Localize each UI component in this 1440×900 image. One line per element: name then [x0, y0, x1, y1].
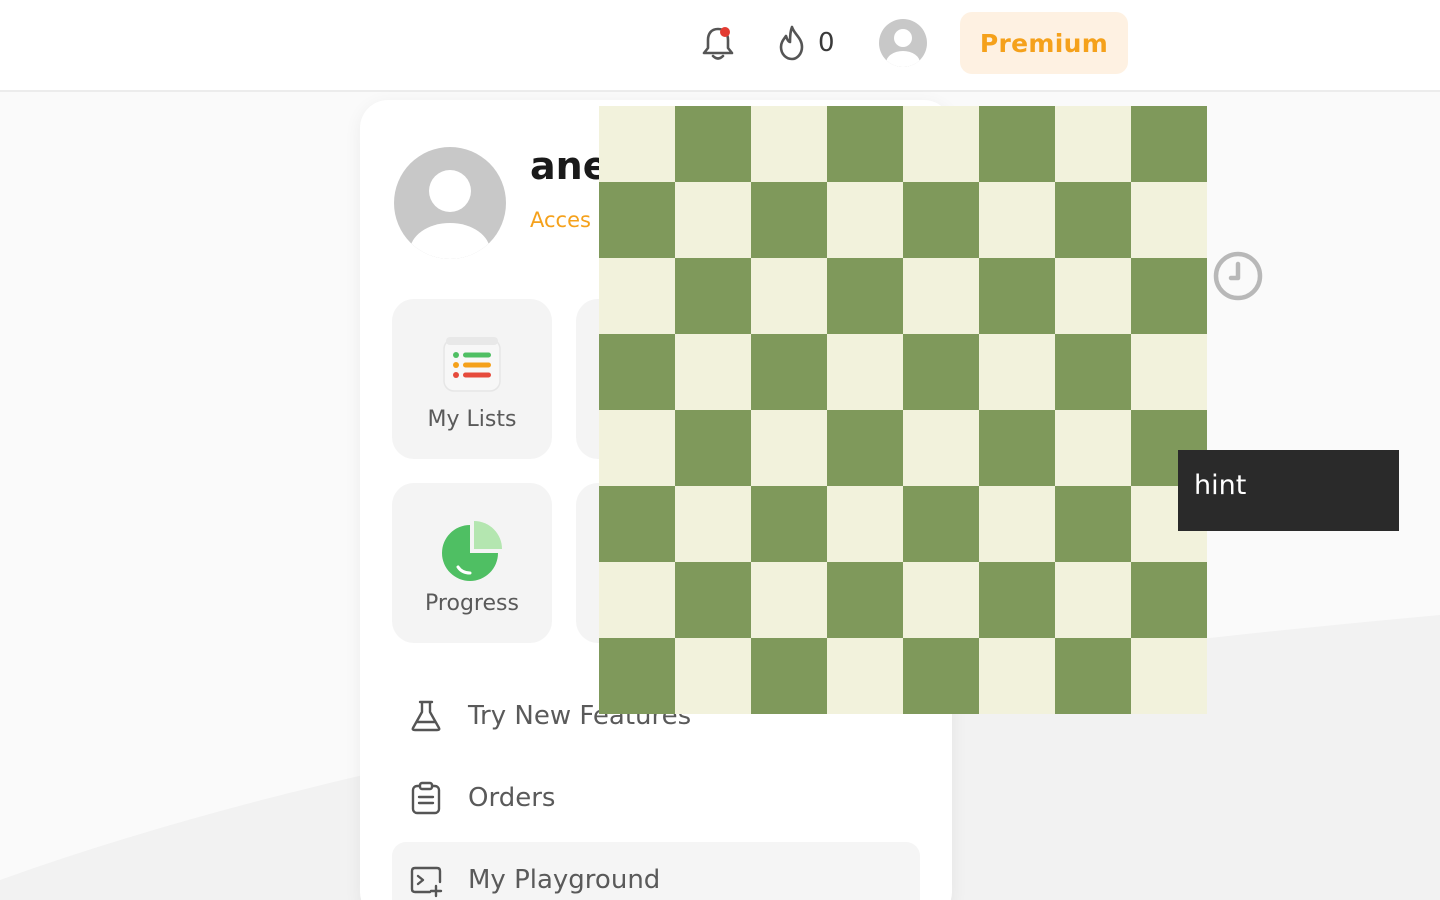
- board-square[interactable]: [751, 486, 827, 562]
- board-square[interactable]: [979, 486, 1055, 562]
- board-square[interactable]: [675, 106, 751, 182]
- board-square[interactable]: [1131, 562, 1207, 638]
- board-square[interactable]: [599, 486, 675, 562]
- board-square[interactable]: [827, 562, 903, 638]
- board-square[interactable]: [979, 410, 1055, 486]
- notifications-button[interactable]: [700, 24, 736, 62]
- board-square[interactable]: [1131, 258, 1207, 334]
- board-square[interactable]: [979, 334, 1055, 410]
- board-square[interactable]: [903, 562, 979, 638]
- board-square[interactable]: [903, 106, 979, 182]
- board-square[interactable]: [1131, 106, 1207, 182]
- board-square[interactable]: [1131, 182, 1207, 258]
- top-bar: 0 Premium: [0, 0, 1440, 92]
- board-square[interactable]: [903, 334, 979, 410]
- tile-label: My Lists: [427, 407, 517, 432]
- board-square[interactable]: [675, 486, 751, 562]
- user-avatar-button[interactable]: [879, 19, 927, 67]
- board-square[interactable]: [827, 106, 903, 182]
- profile-avatar[interactable]: [394, 147, 506, 259]
- menu-item-my-playground[interactable]: My Playground: [392, 842, 920, 900]
- menu-label: My Playground: [468, 865, 661, 895]
- board-square[interactable]: [827, 638, 903, 714]
- premium-button[interactable]: Premium: [960, 12, 1128, 74]
- avatar-placeholder-icon: [410, 170, 490, 259]
- board-square[interactable]: [675, 562, 751, 638]
- board-square[interactable]: [1055, 562, 1131, 638]
- board-square[interactable]: [827, 410, 903, 486]
- board-square[interactable]: [827, 258, 903, 334]
- chess-board[interactable]: [599, 106, 1207, 714]
- tile-my-lists[interactable]: My Lists: [392, 299, 552, 459]
- board-square[interactable]: [599, 410, 675, 486]
- clipboard-icon: [411, 781, 441, 815]
- board-square[interactable]: [1131, 638, 1207, 714]
- board-square[interactable]: [827, 486, 903, 562]
- board-square[interactable]: [1131, 334, 1207, 410]
- board-square[interactable]: [751, 258, 827, 334]
- board-square[interactable]: [903, 638, 979, 714]
- board-square[interactable]: [599, 638, 675, 714]
- board-square[interactable]: [979, 562, 1055, 638]
- board-square[interactable]: [675, 410, 751, 486]
- board-square[interactable]: [1055, 486, 1131, 562]
- hint-label: hint: [1194, 470, 1247, 501]
- pie-chart-icon: [442, 521, 502, 581]
- board-square[interactable]: [675, 258, 751, 334]
- board-square[interactable]: [599, 334, 675, 410]
- board-square[interactable]: [599, 106, 675, 182]
- board-square[interactable]: [751, 562, 827, 638]
- board-square[interactable]: [751, 106, 827, 182]
- board-square[interactable]: [599, 258, 675, 334]
- board-square[interactable]: [979, 638, 1055, 714]
- board-square[interactable]: [903, 182, 979, 258]
- flask-icon: [411, 700, 441, 732]
- board-square[interactable]: [675, 334, 751, 410]
- list-icon: [443, 337, 501, 392]
- board-square[interactable]: [903, 486, 979, 562]
- board-square[interactable]: [903, 410, 979, 486]
- board-square[interactable]: [599, 182, 675, 258]
- board-square[interactable]: [1055, 638, 1131, 714]
- board-square[interactable]: [979, 106, 1055, 182]
- board-square[interactable]: [1055, 410, 1131, 486]
- board-square[interactable]: [751, 410, 827, 486]
- board-square[interactable]: [827, 334, 903, 410]
- board-square[interactable]: [979, 182, 1055, 258]
- board-square[interactable]: [1055, 106, 1131, 182]
- board-square[interactable]: [751, 334, 827, 410]
- board-square[interactable]: [827, 182, 903, 258]
- tile-progress[interactable]: Progress: [392, 483, 552, 643]
- menu-item-orders[interactable]: Orders: [392, 760, 920, 836]
- notification-dot: [720, 27, 730, 37]
- flame-icon: [779, 25, 804, 61]
- hint-button[interactable]: hint: [1178, 450, 1399, 531]
- board-square[interactable]: [751, 638, 827, 714]
- tile-label: Progress: [425, 591, 519, 616]
- bell-icon: [702, 27, 734, 60]
- streak-count: 0: [818, 28, 835, 58]
- board-square[interactable]: [1055, 258, 1131, 334]
- board-square[interactable]: [675, 182, 751, 258]
- board-square[interactable]: [1055, 334, 1131, 410]
- avatar-placeholder-icon: [886, 29, 920, 67]
- board-square[interactable]: [979, 258, 1055, 334]
- page: 0 Premium anev Acces Premiu: [0, 0, 1440, 900]
- menu-label: Orders: [468, 783, 556, 813]
- board-square[interactable]: [599, 562, 675, 638]
- terminal-icon: [410, 866, 443, 898]
- board-square[interactable]: [675, 638, 751, 714]
- streak-indicator[interactable]: 0: [776, 24, 835, 62]
- board-square[interactable]: [903, 258, 979, 334]
- clock-icon[interactable]: [1211, 249, 1265, 303]
- board-square[interactable]: [1055, 182, 1131, 258]
- board-square[interactable]: [751, 182, 827, 258]
